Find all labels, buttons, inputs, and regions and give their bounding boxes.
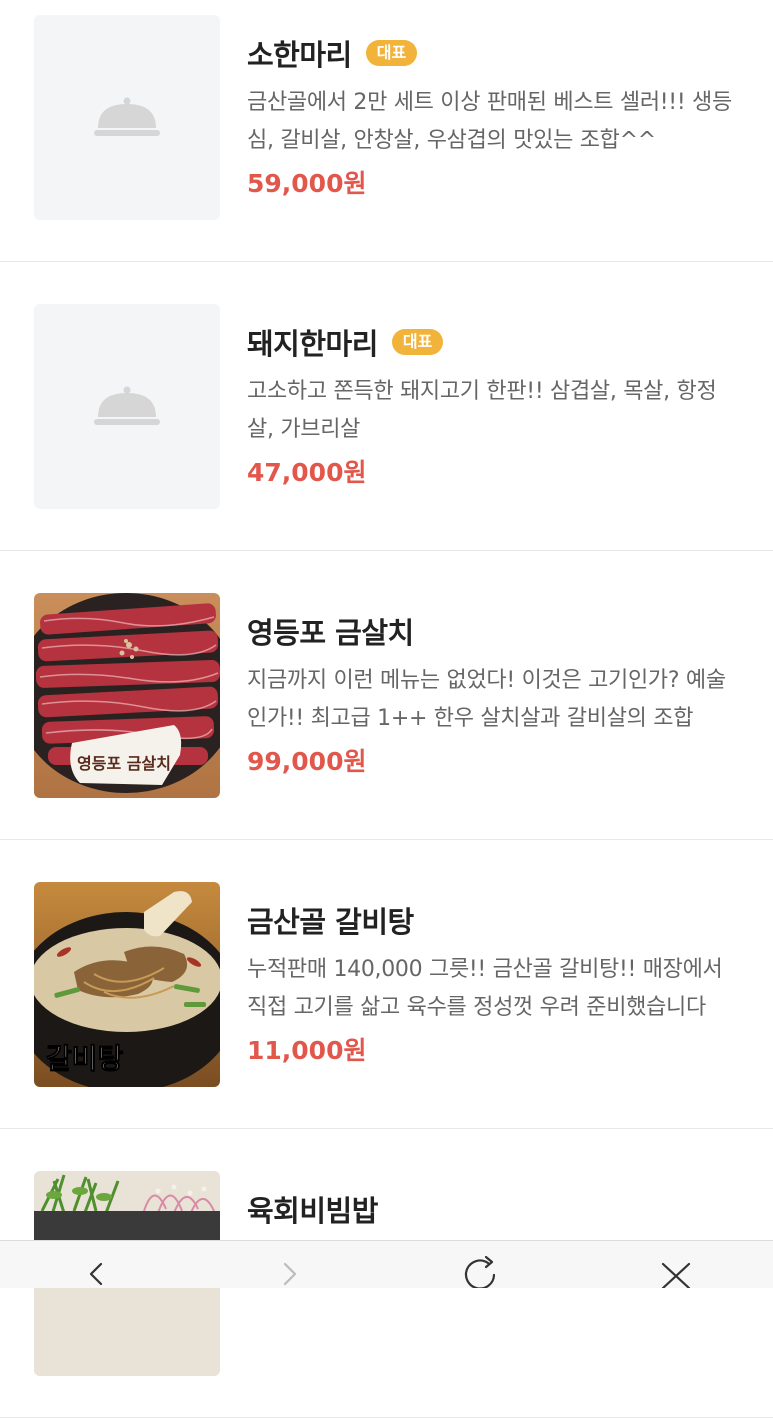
reload-button[interactable] <box>452 1241 512 1288</box>
forward-button[interactable] <box>262 1241 322 1288</box>
menu-list: 소한마리 대표 금산골에서 2만 세트 이상 판매된 베스트 셀러!!! 생등심… <box>0 0 773 1418</box>
menu-item-info: 금산골 갈비탕 누적판매 140,000 그릇!! 금산골 갈비탕!! 매장에서… <box>247 899 737 1067</box>
menu-item-info: 소한마리 대표 금산골에서 2만 세트 이상 판매된 베스트 셀러!!! 생등심… <box>247 32 737 200</box>
signature-badge: 대표 <box>391 329 444 355</box>
menu-item-name: 육회비빔밥 <box>247 1194 378 1228</box>
menu-item-info: 돼지한마리 대표 고소하고 쫀득한 돼지고기 한판!! 삼겹살, 목살, 항정살… <box>247 321 737 489</box>
menu-item[interactable]: 영등포 금살치 영등포 금살치 지금까지 이런 메뉴는 없었다! 이것은 고기인… <box>0 551 773 840</box>
menu-item-price: 99,000원 <box>247 747 367 776</box>
menu-item-info: 육회비빔밥 <box>247 1188 737 1230</box>
browser-bottom-bar <box>0 1240 773 1288</box>
menu-item-name: 돼지한마리 <box>247 327 378 361</box>
menu-item-info: 영등포 금살치 지금까지 이런 메뉴는 없었다! 이것은 고기인가? 예술인가!… <box>247 610 737 778</box>
menu-item-description: 지금까지 이런 메뉴는 없었다! 이것은 고기인가? 예술인가!! 최고급 1+… <box>247 668 726 731</box>
menu-item-price: 11,000원 <box>247 1036 367 1065</box>
beef-platter-caption: 영등포 금살치 <box>77 754 171 773</box>
menu-item-description: 금산골에서 2만 세트 이상 판매된 베스트 셀러!!! 생등심, 갈비살, 안… <box>247 90 732 153</box>
menu-item[interactable]: 돼지한마리 대표 고소하고 쫀득한 돼지고기 한판!! 삼겹살, 목살, 항정살… <box>0 262 773 551</box>
beef-platter-photo: 영등포 금살치 <box>34 593 220 798</box>
galbitang-caption: 갈비탕 <box>46 1042 124 1075</box>
menu-item[interactable]: 소한마리 대표 금산골에서 2만 세트 이상 판매된 베스트 셀러!!! 생등심… <box>0 0 773 262</box>
signature-badge: 대표 <box>365 40 418 66</box>
menu-item-price: 59,000원 <box>247 169 367 198</box>
reload-icon <box>464 1255 496 1288</box>
menu-item-name: 영등포 금살치 <box>247 616 414 650</box>
close-button[interactable] <box>646 1241 706 1288</box>
menu-item-price: 47,000원 <box>247 458 367 487</box>
close-icon <box>661 1262 691 1288</box>
menu-item-description: 고소하고 쫀득한 돼지고기 한판!! 삼겹살, 목살, 항정살, 가브리살 <box>247 379 717 442</box>
galbitang-photo: 갈비탕 <box>34 882 220 1087</box>
dish-cover-icon <box>34 304 220 509</box>
forward-icon <box>283 1262 297 1286</box>
menu-item-image-placeholder <box>34 15 220 220</box>
back-button[interactable] <box>64 1241 124 1288</box>
menu-item-description: 누적판매 140,000 그릇!! 금산골 갈비탕!! 매장에서 직접 고기를 … <box>247 957 723 1020</box>
back-icon <box>89 1262 103 1286</box>
menu-item-image-placeholder <box>34 304 220 509</box>
menu-item-name: 금산골 갈비탕 <box>247 905 414 939</box>
menu-item[interactable]: 갈비탕 금산골 갈비탕 누적판매 140,000 그릇!! 금산골 갈비탕!! … <box>0 840 773 1129</box>
dish-cover-icon <box>34 15 220 220</box>
menu-item-name: 소한마리 <box>247 38 352 72</box>
